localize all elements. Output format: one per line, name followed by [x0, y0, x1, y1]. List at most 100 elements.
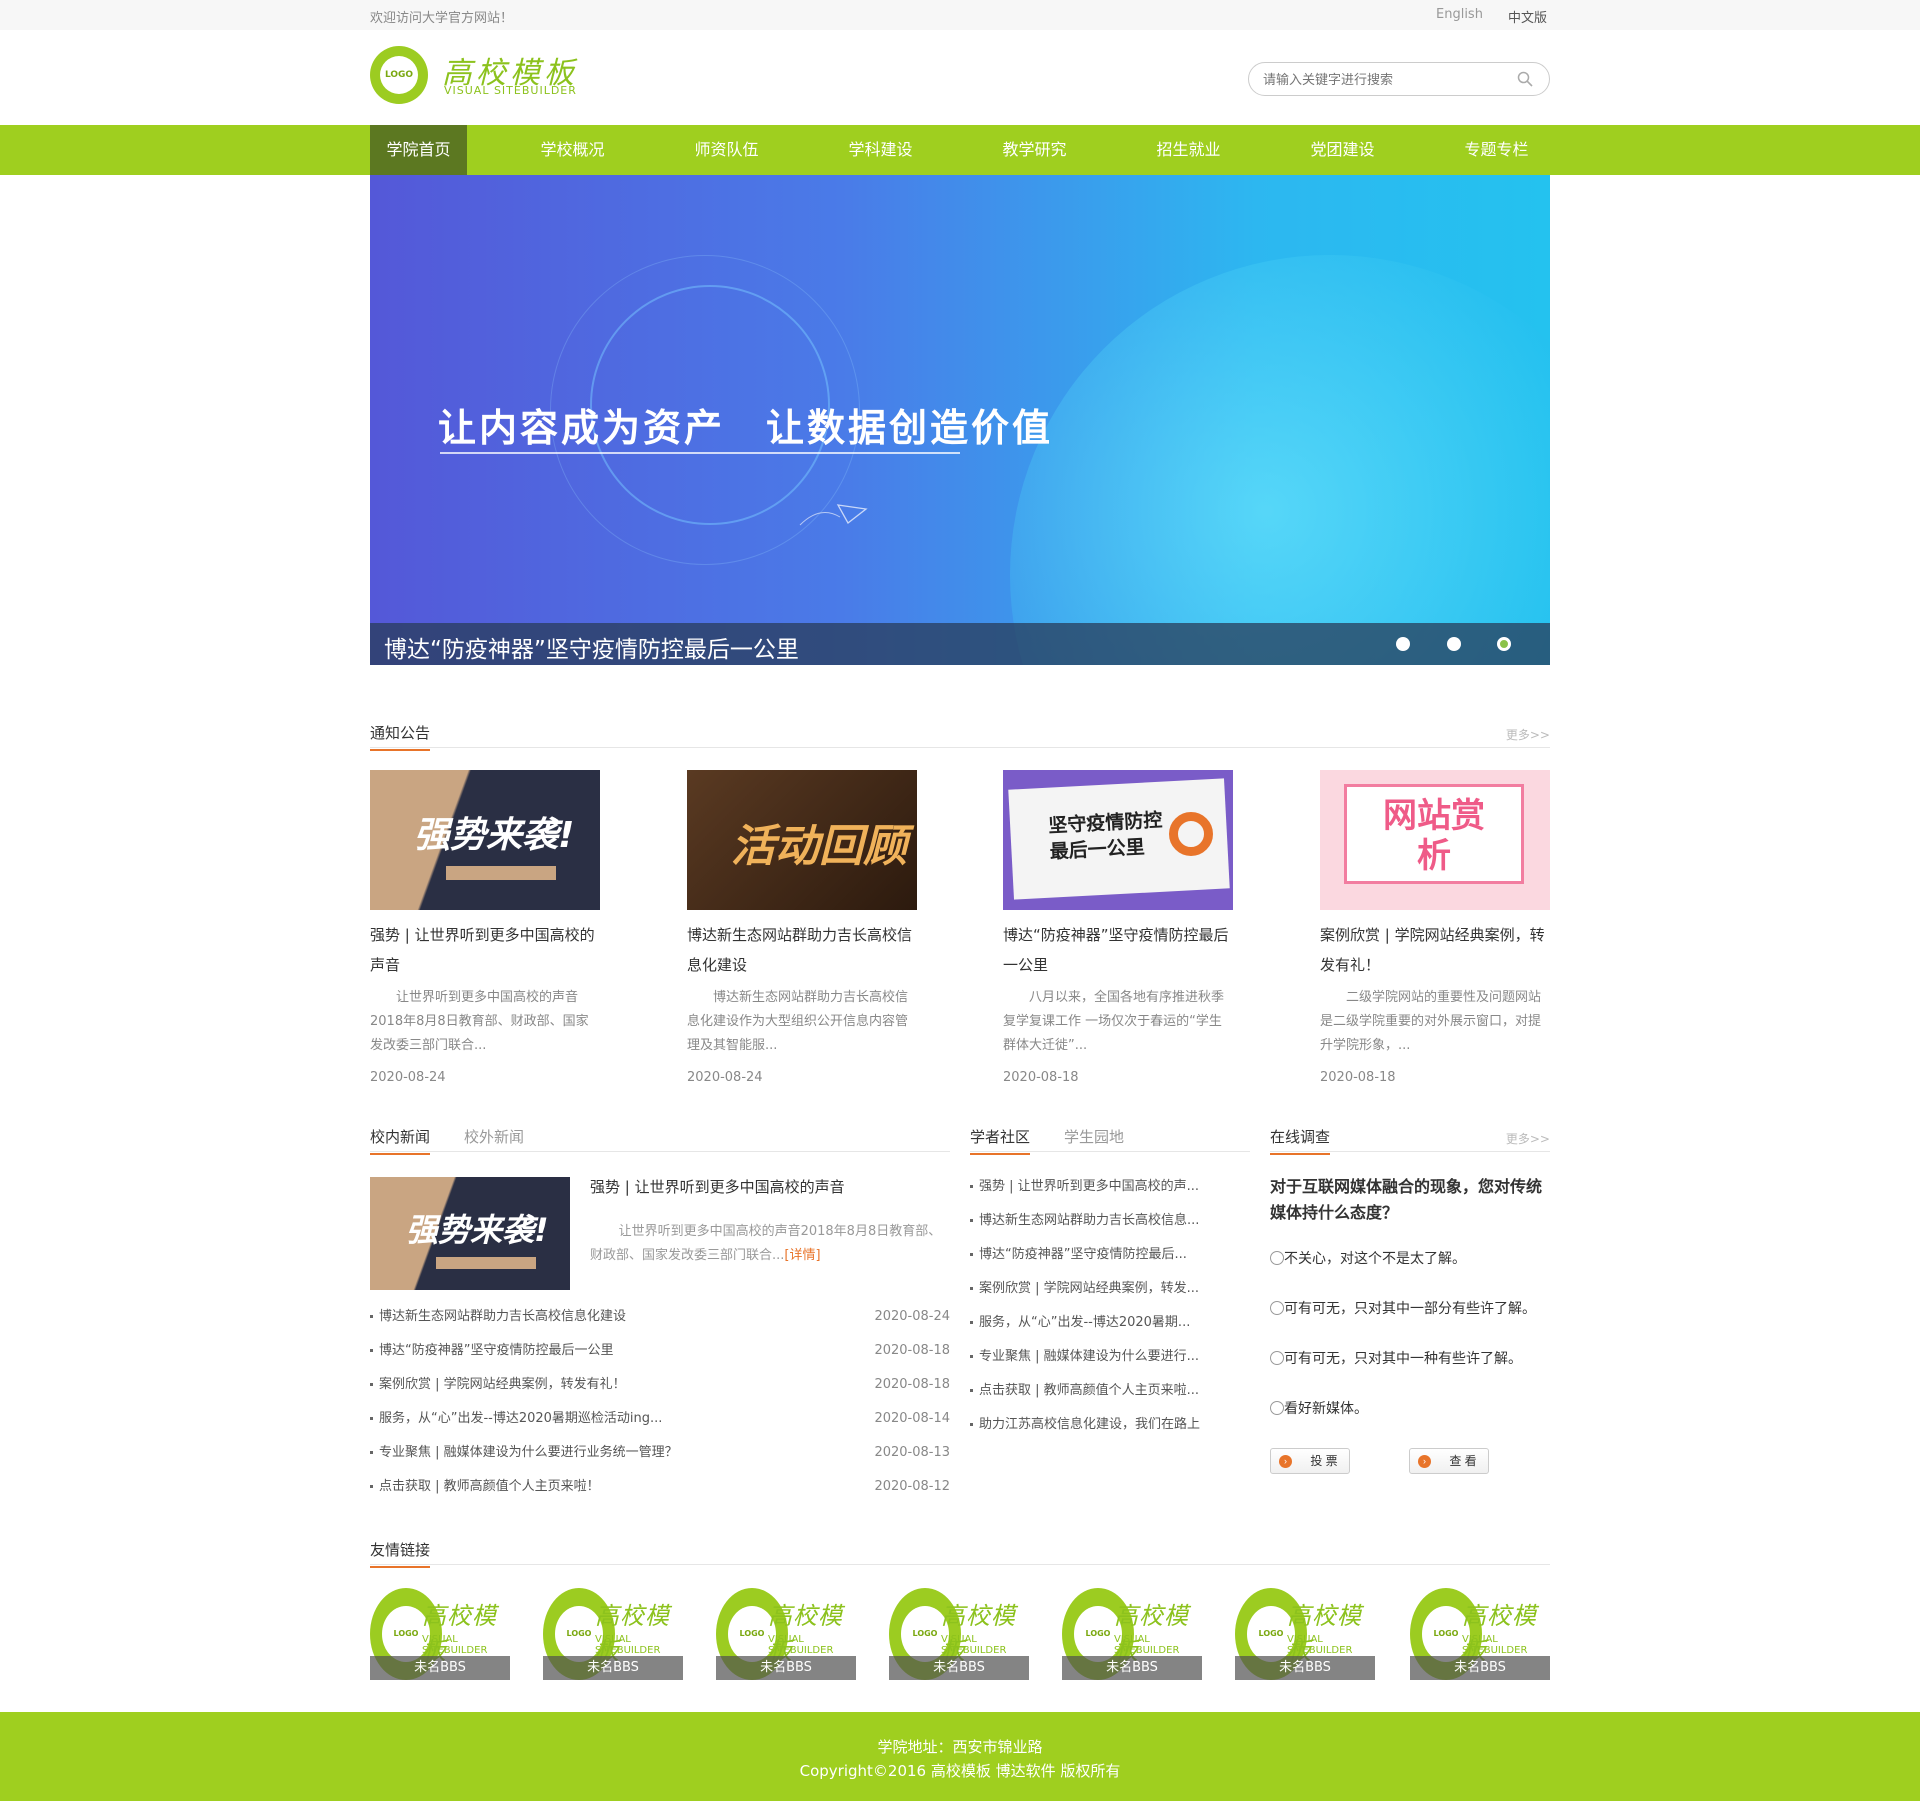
notice-card[interactable]: 网站赏析 案例欣赏 | 学院网站经典案例，转发有礼！ 二级学院网站的重要性及问题…: [1320, 770, 1550, 1085]
bullet-icon: [970, 1321, 973, 1324]
survey-option[interactable]: 看好新媒体。: [1270, 1398, 1368, 1418]
news-feature-thumb[interactable]: 强势来袭!: [370, 1177, 570, 1290]
news-item-title[interactable]: 博达新生态网站群助力吉长高校信息化建设: [379, 1309, 626, 1324]
notice-card-thumb[interactable]: 强势来袭!: [370, 770, 600, 910]
scholar-item-title[interactable]: 助力江苏高校信息化建设，我们在路上: [979, 1417, 1200, 1432]
hero-banner[interactable]: 让内容成为资产 让数据创造价值 博达“防疫神器”坚守疫情防控最后一公里: [370, 175, 1550, 665]
news-feature-title[interactable]: 强势 | 让世界听到更多中国高校的声音: [590, 1176, 845, 1197]
list-item[interactable]: 专业聚焦 | 融媒体建设为什么要进行...: [970, 1340, 1220, 1374]
notice-card[interactable]: 活动回顾 博达新生态网站群助力吉长高校信息化建设 博达新生态网站群助力吉长高校信…: [687, 770, 917, 1085]
news-item-title[interactable]: 服务，从“心”出发--博达2020暑期巡检活动ing...: [379, 1411, 662, 1426]
notice-card-thumb[interactable]: 网站赏析: [1320, 770, 1550, 910]
scholar-item-title[interactable]: 案例欣赏 | 学院网站经典案例，转发...: [979, 1281, 1199, 1296]
radio-button[interactable]: [1270, 1351, 1284, 1365]
tab-external-news[interactable]: 校外新闻: [464, 1126, 524, 1153]
news-item-title[interactable]: 案例欣赏 | 学院网站经典案例，转发有礼！: [379, 1377, 626, 1392]
tab-campus-news[interactable]: 校内新闻: [370, 1126, 431, 1155]
notice-card-thumb[interactable]: 坚守疫情防控最后一公里: [1003, 770, 1233, 910]
thumb-tag-decoration: [436, 1257, 536, 1269]
notice-card-title[interactable]: 案例欣赏 | 学院网站经典案例，转发有礼！: [1320, 920, 1550, 980]
view-results-button[interactable]: › 查 看: [1409, 1448, 1489, 1474]
survey-option[interactable]: 不关心，对这个不是太了解。: [1270, 1248, 1466, 1268]
friend-link[interactable]: LOGO 高校模板 VISUAL SITEBUILDER 未名BBS: [1235, 1588, 1375, 1680]
notice-title[interactable]: 通知公告: [370, 722, 431, 751]
notice-card-title[interactable]: 博达“防疫神器”坚守疫情防控最后一公里: [1003, 920, 1233, 980]
notice-card[interactable]: 坚守疫情防控最后一公里 博达“防疫神器”坚守疫情防控最后一公里 八月以来，全国各…: [1003, 770, 1233, 1085]
friend-link[interactable]: LOGO 高校模板 VISUAL SITEBUILDER 未名BBS: [1062, 1588, 1202, 1680]
lang-english-link[interactable]: English: [1436, 7, 1483, 22]
list-item[interactable]: 专业聚焦 | 融媒体建设为什么要进行业务统一管理？ 2020-08-13: [370, 1436, 950, 1470]
list-item[interactable]: 博达新生态网站群助力吉长高校信息化建设 2020-08-24: [370, 1300, 950, 1334]
notice-card[interactable]: 强势来袭! 强势 | 让世界听到更多中国高校的声音 让世界听到更多中国高校的声音…: [370, 770, 600, 1085]
banner-slogan: 让内容成为资产 让数据创造价值: [438, 406, 1054, 450]
list-item[interactable]: 服务，从“心”出发--博达2020暑期...: [970, 1306, 1220, 1340]
scholar-item-title[interactable]: 专业聚焦 | 融媒体建设为什么要进行...: [979, 1349, 1199, 1364]
friend-link[interactable]: LOGO 高校模板 VISUAL SITEBUILDER 未名BBS: [1410, 1588, 1550, 1680]
list-item[interactable]: 博达新生态网站群助力吉长高校信息...: [970, 1204, 1220, 1238]
list-item[interactable]: 案例欣赏 | 学院网站经典案例，转发有礼！ 2020-08-18: [370, 1368, 950, 1402]
nav-item-research[interactable]: 教学研究: [986, 125, 1083, 175]
bullet-icon: [970, 1355, 973, 1358]
nav-item-special[interactable]: 专题专栏: [1448, 125, 1545, 175]
tab-scholar-community[interactable]: 学者社区: [970, 1126, 1031, 1155]
nav-item-faculty[interactable]: 师资队伍: [678, 125, 775, 175]
news-item-title[interactable]: 博达“防疫神器”坚守疫情防控最后一公里: [379, 1343, 613, 1358]
notice-card-title[interactable]: 强势 | 让世界听到更多中国高校的声音: [370, 920, 600, 980]
lang-chinese-link[interactable]: 中文版: [1508, 7, 1547, 26]
radio-button[interactable]: [1270, 1251, 1284, 1265]
list-item[interactable]: 强势 | 让世界听到更多中国高校的声...: [970, 1170, 1220, 1204]
scholar-item-title[interactable]: 博达“防疫神器”坚守疫情防控最后...: [979, 1247, 1187, 1262]
news-item-title[interactable]: 点击获取 | 教师高颜值个人主页来啦！: [379, 1479, 600, 1494]
banner-caption-bar: 博达“防疫神器”坚守疫情防控最后一公里: [370, 623, 1550, 665]
search-input[interactable]: [1263, 69, 1503, 89]
slide-dot-3[interactable]: [1497, 637, 1511, 651]
friend-link[interactable]: LOGO 高校模板 VISUAL SITEBUILDER 未名BBS: [889, 1588, 1029, 1680]
banner-caption[interactable]: 博达“防疫神器”坚守疫情防控最后一公里: [384, 630, 799, 664]
scholar-item-title[interactable]: 博达新生态网站群助力吉长高校信息...: [979, 1213, 1199, 1228]
list-item[interactable]: 点击获取 | 教师高颜值个人主页来啦...: [970, 1374, 1220, 1408]
tab-student-garden[interactable]: 学生园地: [1064, 1126, 1124, 1153]
notice-card-title[interactable]: 博达新生态网站群助力吉长高校信息化建设: [687, 920, 917, 980]
nav-item-home[interactable]: 学院首页: [370, 125, 467, 175]
thumb-text: 网站赏析: [1383, 796, 1485, 876]
search-icon[interactable]: [1517, 71, 1533, 87]
survey-more-link[interactable]: 更多>>: [1506, 1130, 1550, 1147]
scholar-item-title[interactable]: 强势 | 让世界听到更多中国高校的声...: [979, 1179, 1199, 1194]
thumb-tag-decoration: [446, 866, 556, 880]
thumb-text: 强势来袭!: [414, 815, 575, 856]
notice-card-desc: 博达新生态网站群助力吉长高校信息化建设作为大型组织公开信息内容管理及其智能服..…: [687, 990, 909, 1053]
nav-item-admissions[interactable]: 招生就业: [1140, 125, 1237, 175]
slide-dot-2[interactable]: [1447, 637, 1461, 651]
logo-emblem[interactable]: LOGO: [370, 46, 428, 104]
link-logo-subtitle: VISUAL SITEBUILDER: [422, 1634, 488, 1656]
scholar-item-title[interactable]: 服务，从“心”出发--博达2020暑期...: [979, 1315, 1190, 1330]
list-item[interactable]: 博达“防疫神器”坚守疫情防控最后一公里 2020-08-18: [370, 1334, 950, 1368]
list-item[interactable]: 助力江苏高校信息化建设，我们在路上: [970, 1408, 1220, 1442]
nav-item-overview[interactable]: 学校概况: [524, 125, 621, 175]
notice-card-thumb[interactable]: 活动回顾: [687, 770, 917, 910]
list-item[interactable]: 服务，从“心”出发--博达2020暑期巡检活动ing... 2020-08-14: [370, 1402, 950, 1436]
survey-title: 在线调查: [1270, 1126, 1331, 1155]
friend-link[interactable]: LOGO 高校模板 VISUAL SITEBUILDER 未名BBS: [716, 1588, 856, 1680]
survey-option[interactable]: 可有可无，只对其中一种有些许了解。: [1270, 1348, 1522, 1368]
notice-more-link[interactable]: 更多>>: [1506, 726, 1550, 743]
vote-button[interactable]: › 投 票: [1270, 1448, 1350, 1474]
list-item[interactable]: 博达“防疫神器”坚守疫情防控最后...: [970, 1238, 1220, 1272]
scholar-item-title[interactable]: 点击获取 | 教师高颜值个人主页来啦...: [979, 1383, 1199, 1398]
link-logo-subtitle: VISUAL SITEBUILDER: [595, 1634, 661, 1656]
friend-link[interactable]: LOGO 高校模板 VISUAL SITEBUILDER 未名BBS: [370, 1588, 510, 1680]
friend-link[interactable]: LOGO 高校模板 VISUAL SITEBUILDER 未名BBS: [543, 1588, 683, 1680]
nav-item-party[interactable]: 党团建设: [1294, 125, 1391, 175]
nav-item-disciplines[interactable]: 学科建设: [832, 125, 929, 175]
slide-dot-1[interactable]: [1396, 637, 1410, 651]
link-logo-subtitle: VISUAL SITEBUILDER: [1114, 1634, 1180, 1656]
survey-option[interactable]: 可有可无，只对其中一部分有些许了解。: [1270, 1298, 1536, 1318]
list-item[interactable]: 点击获取 | 教师高颜值个人主页来啦！ 2020-08-12: [370, 1470, 950, 1504]
radio-button[interactable]: [1270, 1401, 1284, 1415]
bullet-icon: [970, 1219, 973, 1222]
news-detail-link[interactable]: [详情]: [784, 1248, 820, 1263]
friend-link-label: 未名BBS: [1235, 1656, 1375, 1680]
radio-button[interactable]: [1270, 1301, 1284, 1315]
news-item-title[interactable]: 专业聚焦 | 融媒体建设为什么要进行业务统一管理？: [379, 1445, 678, 1460]
list-item[interactable]: 案例欣赏 | 学院网站经典案例，转发...: [970, 1272, 1220, 1306]
